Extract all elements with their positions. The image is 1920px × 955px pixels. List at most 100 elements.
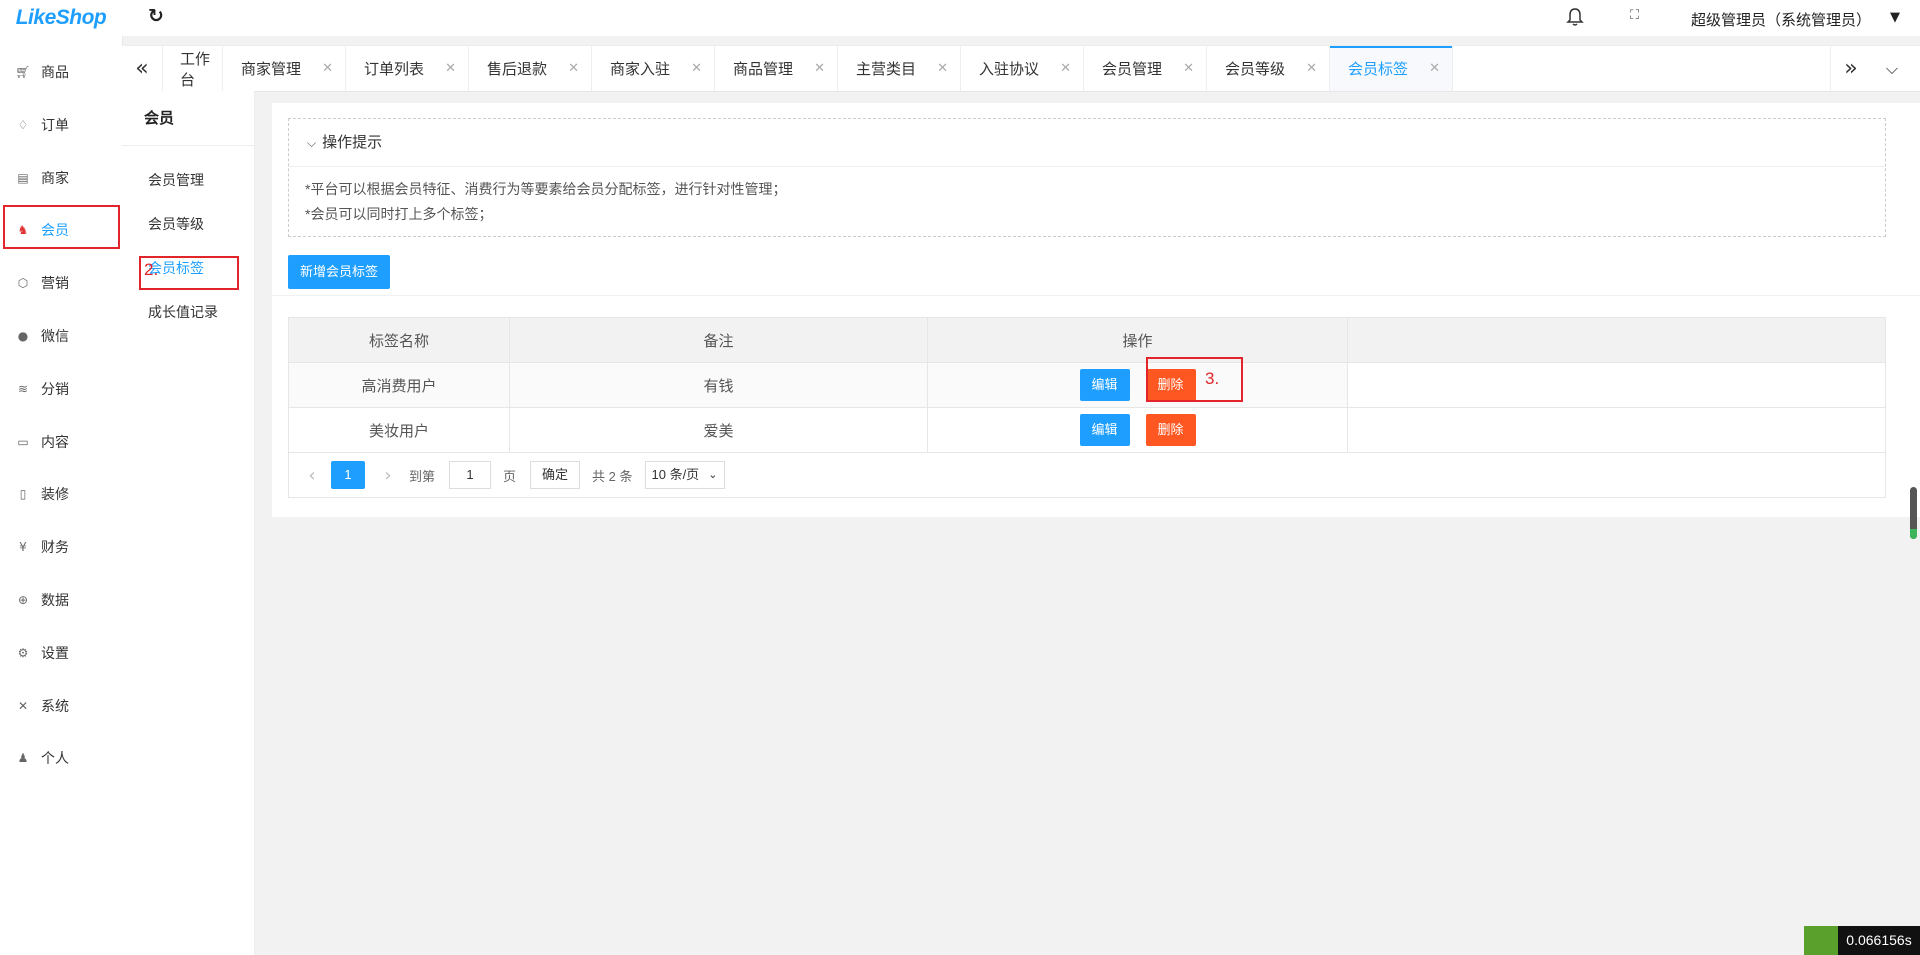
sidebar-item-goods[interactable]: 🛒︎ 商品 <box>0 52 120 92</box>
tools-icon: ✕ <box>17 699 29 713</box>
sidebar-item-decoration[interactable]: ▯ 装修 <box>0 474 120 514</box>
sidebar-item-system[interactable]: ✕ 系统 <box>0 686 120 726</box>
app-logo[interactable]: LikeShop <box>0 0 122 36</box>
sidebar-item-content[interactable]: ▭ 内容 <box>0 422 120 462</box>
tab-merchant-onboarding[interactable]: 商家入驻 ✕ <box>592 46 715 91</box>
top-header: ↻ ⛶ 超级管理员（系统管理员） ▼ <box>122 0 1920 36</box>
tab-list: 工作台 商家管理 ✕ 订单列表 ✕ 售后退款 ✕ 商家入驻 ✕ 商品管理 ✕ 主… <box>162 46 1453 91</box>
empty-cell <box>1348 408 1885 452</box>
tab-merchant-management[interactable]: 商家管理 ✕ <box>223 46 346 91</box>
refresh-icon[interactable]: ↻ <box>148 6 168 26</box>
tab-member-level[interactable]: 会员等级 ✕ <box>1207 46 1330 91</box>
page-size-select[interactable]: 10 条/页 ⌄ <box>644 461 725 489</box>
sidebar-item-label: 商家 <box>41 170 69 186</box>
tab-label: 商家入驻 <box>610 61 671 78</box>
close-icon[interactable]: ✕ <box>445 61 456 76</box>
tab-label: 会员管理 <box>1102 61 1163 78</box>
sidebar-item-label: 财务 <box>41 539 69 555</box>
next-page-icon[interactable]: › <box>379 465 397 486</box>
timer-logo-icon <box>1804 926 1838 955</box>
subnav-item-member-management[interactable]: 会员管理 <box>148 170 204 190</box>
sidebar-item-label: 内容 <box>41 434 69 450</box>
tip-line: *平台可以根据会员特征、消费行为等要素给会员分配标签，进行针对性管理； <box>305 181 787 197</box>
bell-icon[interactable] <box>1565 6 1585 28</box>
actions-cell: 编辑 删除 <box>928 408 1348 452</box>
main-sidebar: LikeShop 🛒︎ 商品 ♢ 订单 ▤ 商家 ♞ 会员 ⬡ 营销 ● 微信 … <box>0 0 123 955</box>
table-header-row: 标签名称 备注 操作 <box>289 318 1885 363</box>
prev-page-icon[interactable]: ‹ <box>303 465 321 486</box>
page-number-current[interactable]: 1 <box>331 461 365 489</box>
tips-header[interactable]: ⌵ 操作提示 <box>307 131 382 152</box>
sidebar-item-label: 分销 <box>41 381 69 397</box>
tab-label: 商家管理 <box>241 61 302 78</box>
user-menu[interactable]: 超级管理员（系统管理员） <box>1691 9 1871 30</box>
page-jump-confirm-button[interactable]: 确定 <box>530 461 581 489</box>
tab-scroll-right-icon[interactable]: » <box>1830 46 1871 91</box>
member-subnav: 会员 会员管理 会员等级 会员标签 成长值记录 <box>122 91 255 955</box>
page-jump-input[interactable]: 1 <box>449 461 492 489</box>
tab-workbench[interactable]: 工作台 <box>162 46 223 91</box>
book-icon: ▭ <box>17 435 29 449</box>
member-tag-table: 标签名称 备注 操作 高消费用户 有钱 编辑 删除 美妆用户 爱美 编辑 删除 … <box>288 317 1886 498</box>
delete-button[interactable]: 删除 <box>1145 414 1196 446</box>
tab-member-management[interactable]: 会员管理 ✕ <box>1084 46 1207 91</box>
chevron-down-icon[interactable]: ⌵ <box>1872 46 1912 91</box>
sidebar-item-label: 设置 <box>41 645 69 661</box>
divider <box>289 166 1885 167</box>
close-icon[interactable]: ✕ <box>322 61 333 76</box>
pagination: ‹ 1 › 到第 1 页 确定 共 2 条 10 条/页 ⌄ <box>289 453 1885 497</box>
tab-label: 会员等级 <box>1225 61 1286 78</box>
caret-down-icon[interactable]: ▼ <box>1890 10 1900 25</box>
layers-icon: ≋ <box>17 382 29 396</box>
close-icon[interactable]: ✕ <box>1183 61 1194 76</box>
sidebar-item-wechat[interactable]: ● 微信 <box>0 316 120 356</box>
tips-title: 操作提示 <box>322 134 383 151</box>
tab-refunds[interactable]: 售后退款 ✕ <box>469 46 592 91</box>
tab-scroll-left-icon[interactable]: « <box>122 46 163 91</box>
close-icon[interactable]: ✕ <box>691 61 702 76</box>
sidebar-item-finance[interactable]: ¥ 财务 <box>0 527 120 567</box>
add-member-tag-button[interactable]: 新增会员标签 <box>288 255 391 289</box>
close-icon[interactable]: ✕ <box>1429 61 1440 76</box>
chevron-down-icon: ⌵ <box>307 136 317 150</box>
sidebar-item-personal[interactable]: ♟ 个人 <box>0 738 120 778</box>
column-header-empty <box>1348 318 1885 362</box>
tab-order-list[interactable]: 订单列表 ✕ <box>346 46 469 91</box>
tab-label: 入驻协议 <box>979 61 1040 78</box>
tab-goods-management[interactable]: 商品管理 ✕ <box>715 46 838 91</box>
sidebar-item-data[interactable]: ⊕ 数据 <box>0 580 120 620</box>
divider <box>272 295 1920 296</box>
user-icon: ♟ <box>17 751 29 765</box>
actions-cell: 编辑 删除 <box>928 363 1348 407</box>
close-icon[interactable]: ✕ <box>937 61 948 76</box>
tab-onboarding-agreement[interactable]: 入驻协议 ✕ <box>961 46 1084 91</box>
tab-label: 工作台 <box>180 50 211 89</box>
annotation-step-2: 2. <box>144 260 159 279</box>
close-icon[interactable]: ✕ <box>814 61 825 76</box>
mobile-icon: ▯ <box>19 487 27 501</box>
tab-label: 会员标签 <box>1348 61 1409 78</box>
sidebar-item-marketing[interactable]: ⬡ 营销 <box>0 263 120 303</box>
tab-member-tags[interactable]: 会员标签 ✕ <box>1330 46 1453 91</box>
subnav-item-member-level[interactable]: 会员等级 <box>148 214 204 234</box>
subnav-item-growth-records[interactable]: 成长值记录 <box>148 302 218 322</box>
sidebar-item-distribution[interactable]: ≋ 分销 <box>0 369 120 409</box>
cube-icon: ⬡ <box>17 276 29 290</box>
tag-name-cell: 美妆用户 <box>289 408 510 452</box>
sidebar-item-settings[interactable]: ⚙ 设置 <box>0 633 120 673</box>
gear-icon: ⚙ <box>17 646 29 660</box>
close-icon[interactable]: ✕ <box>1060 61 1071 76</box>
close-icon[interactable]: ✕ <box>568 61 579 76</box>
tab-main-category[interactable]: 主营类目 ✕ <box>838 46 961 91</box>
remark-cell: 有钱 <box>510 363 928 407</box>
edit-button[interactable]: 编辑 <box>1079 369 1130 401</box>
sidebar-item-merchants[interactable]: ▤ 商家 <box>0 158 120 198</box>
page-size-value: 10 条/页 <box>651 467 700 482</box>
sidebar-item-orders[interactable]: ♢ 订单 <box>0 105 120 145</box>
scrollbar-thumb[interactable] <box>1910 487 1917 539</box>
edit-button[interactable]: 编辑 <box>1079 414 1130 446</box>
close-icon[interactable]: ✕ <box>1306 61 1317 76</box>
fullscreen-icon[interactable]: ⛶ <box>1630 8 1639 23</box>
remark-cell: 爱美 <box>510 408 928 452</box>
column-header-remark: 备注 <box>510 318 928 362</box>
